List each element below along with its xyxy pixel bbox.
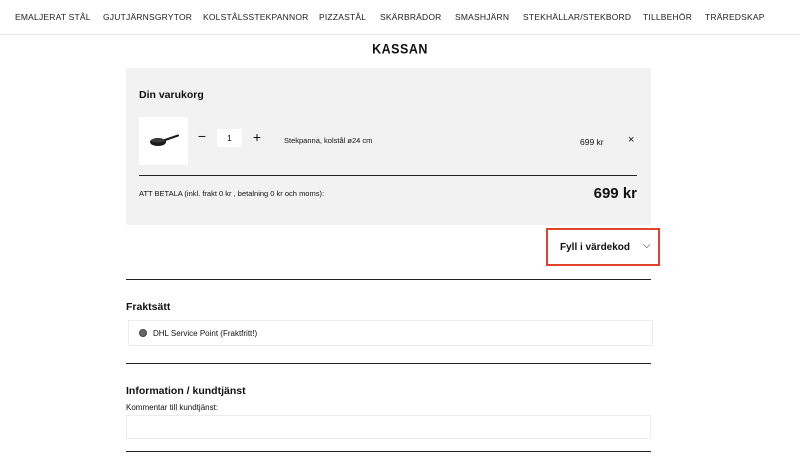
total-amount: 699 kr: [593, 185, 637, 202]
radio-selected-icon[interactable]: [139, 329, 147, 337]
product-name: Stekpanna, kolstål ø24 cm: [284, 136, 373, 145]
section-divider: [126, 363, 651, 364]
frying-pan-icon: [150, 134, 179, 146]
cart-title: Din varukorg: [139, 89, 204, 101]
chevron-down-icon: ⌵: [643, 240, 651, 251]
total-label: ATT BETALA (inkl. frakt 0 kr , betalning…: [139, 189, 325, 198]
nav-item-emaljerat-stal[interactable]: EMALJERAT STÅL: [15, 12, 91, 22]
nav-item-smashjarn[interactable]: SMASHJÄRN: [455, 12, 509, 22]
comment-field[interactable]: [126, 415, 651, 439]
info-title: Information / kundtjänst: [126, 385, 246, 397]
quantity-decrease-button[interactable]: −: [195, 129, 209, 143]
product-thumbnail[interactable]: [139, 117, 188, 165]
shipping-option[interactable]: DHL Service Point (Fraktfritt!): [128, 320, 653, 346]
nav-item-gjutjarnsgrytor[interactable]: GJUTJÄRNSGRYTOR: [103, 12, 192, 22]
nav-item-tillbehor[interactable]: TILLBEHÖR: [643, 12, 692, 22]
nav-item-pizzastal[interactable]: PIZZASTÅL: [319, 12, 366, 22]
cart-divider: [139, 175, 637, 176]
product-price: 699 kr: [580, 137, 604, 147]
voucher-code-toggle[interactable]: Fyll i värdekod ⌵: [546, 228, 660, 266]
nav-item-skarbrador[interactable]: SKÄRBRÄDOR: [380, 12, 442, 22]
voucher-label: Fyll i värdekod: [560, 242, 631, 253]
cart-box: Din varukorg − + Stekpanna, kolstål ø24 …: [126, 68, 651, 225]
top-navigation: EMALJERAT STÅL GJUTJÄRNSGRYTOR KOLSTÅLSS…: [0, 0, 800, 35]
shipping-title: Fraktsätt: [126, 301, 171, 313]
section-divider: [126, 279, 651, 280]
page-title: KASSAN: [372, 41, 428, 57]
nav-item-stekhallar[interactable]: STEKHÄLLAR/STEKBORD: [523, 12, 631, 22]
shipping-option-label: DHL Service Point (Fraktfritt!): [153, 329, 258, 338]
comment-label: Kommentar till kundtjänst:: [126, 403, 219, 412]
remove-item-icon[interactable]: ×: [628, 134, 634, 146]
quantity-input[interactable]: [217, 129, 242, 147]
nav-item-traredskap[interactable]: TRÄREDSKAP: [705, 12, 765, 22]
quantity-increase-button[interactable]: +: [250, 130, 264, 144]
nav-item-kolstalsstekpannor[interactable]: KOLSTÅLSSTEKPANNOR: [203, 12, 308, 22]
section-divider: [126, 451, 651, 452]
